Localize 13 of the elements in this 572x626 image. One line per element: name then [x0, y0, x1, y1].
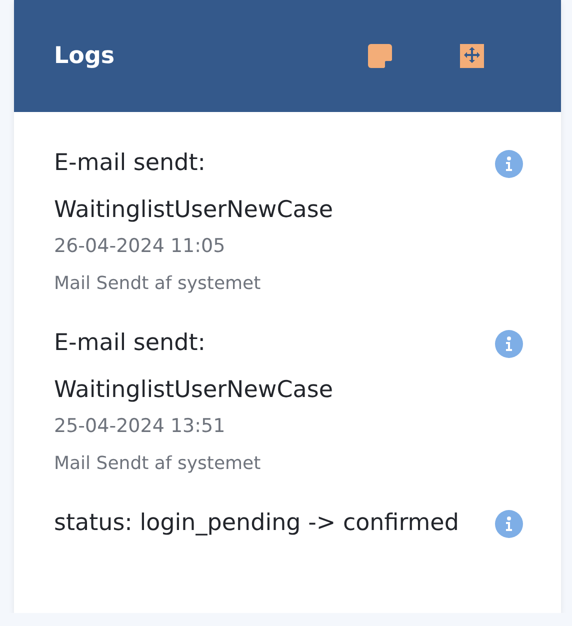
- info-icon[interactable]: [495, 330, 523, 358]
- log-date: 26-04-2024 11:05: [54, 234, 226, 259]
- log-note: Mail Sendt af systemet: [54, 272, 262, 296]
- info-icon[interactable]: [495, 510, 523, 538]
- log-title: E-mail sendt: WaitinglistUserNewCase: [54, 149, 334, 225]
- expand-icon[interactable]: [459, 43, 485, 69]
- info-icon[interactable]: [495, 150, 523, 178]
- log-date: 25-04-2024 13:51: [54, 414, 226, 439]
- note-icon[interactable]: [367, 43, 393, 69]
- log-note: Mail Sendt af systemet: [54, 452, 262, 476]
- log-title: E-mail sendt: WaitinglistUserNewCase: [54, 329, 334, 405]
- log-title: status: login_pending -> confirmed: [54, 509, 460, 538]
- panel-title: Logs: [54, 43, 116, 69]
